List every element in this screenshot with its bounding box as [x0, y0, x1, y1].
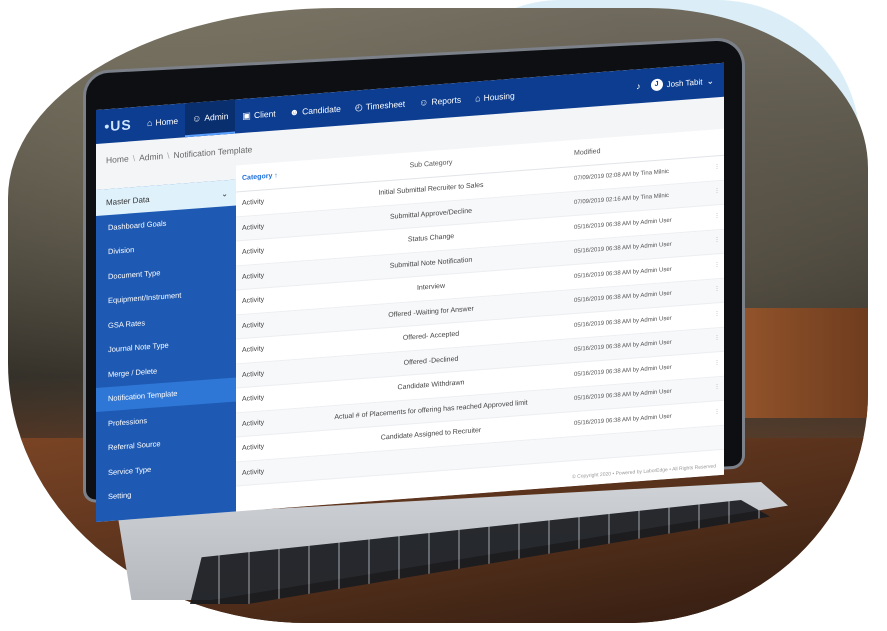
modified-text: 05/16/2019 06:38 AM by Admin User — [574, 413, 672, 427]
cell-modified: 05/16/2019 06:38 AM by Admin User ⋮ — [566, 212, 724, 232]
column-header-category[interactable]: Category ↑ — [236, 170, 296, 182]
row-menu-icon[interactable]: ⋮ — [714, 187, 720, 194]
cell-category: Activity — [242, 247, 265, 257]
chevron-down-icon: ⌄ — [706, 75, 714, 86]
row-menu-icon[interactable]: ⋮ — [714, 408, 720, 415]
nav-home[interactable]: ⌂ Home — [140, 103, 185, 140]
modified-text: 07/09/2019 02:08 AM by Tina Milnic — [574, 168, 670, 182]
row-menu-icon[interactable]: ⋮ — [714, 310, 720, 317]
modified-text: 05/16/2019 06:38 AM by Admin User — [574, 315, 672, 329]
cell-modified: 05/16/2019 06:38 AM by Admin User ⋮ — [566, 359, 724, 379]
sidebar: Master Data ⌄ Dashboard Goals Division D… — [96, 179, 236, 522]
cell-category: Activity — [242, 443, 265, 453]
table-body: Activity Initial Submittal Recruiter to S… — [236, 155, 724, 487]
row-menu-icon[interactable]: ⋮ — [714, 334, 720, 341]
clock-icon: ◴ — [354, 101, 363, 113]
cell-category: Activity — [242, 370, 265, 379]
modified-text: 05/16/2019 06:38 AM by Admin User — [574, 290, 672, 305]
client-icon: ▣ — [242, 109, 251, 121]
cell-modified: 05/16/2019 06:38 AM by Admin User ⋮ — [566, 383, 724, 403]
laptop-screen: •US ⌂ Home ☺ Admin ▣ Client ☻ Candidate ◴ Tim… — [96, 62, 724, 522]
row-menu-icon[interactable]: ⋮ — [714, 212, 720, 219]
breadcrumb-current: Notification Template — [173, 144, 253, 161]
modified-text: 07/09/2019 02:16 AM by Tina Milnic — [574, 193, 670, 207]
nav-label: Housing — [483, 90, 515, 103]
cell-category: Activity — [242, 321, 265, 330]
modified-text: 05/16/2019 06:38 AM by Admin User — [574, 217, 672, 231]
modified-text: 05/16/2019 06:38 AM by Admin User — [574, 339, 672, 354]
nav-admin[interactable]: ☺ Admin — [185, 99, 236, 138]
cell-modified — [566, 437, 724, 449]
nav-timesheet[interactable]: ◴ Timesheet — [348, 86, 412, 125]
sort-ascending-icon: ↑ — [274, 171, 278, 180]
breadcrumb-home[interactable]: Home — [106, 154, 129, 166]
user-area: ♪ J Josh Tabit ⌄ — [636, 74, 724, 93]
admin-icon: ☺ — [192, 112, 202, 124]
app-logo[interactable]: •US — [96, 116, 140, 135]
nav-label: Client — [253, 108, 276, 121]
modified-text: 05/16/2019 06:38 AM by Admin User — [574, 388, 672, 403]
column-label: Category — [242, 172, 273, 182]
cell-modified: 05/16/2019 06:38 AM by Admin User ⋮ — [566, 261, 724, 281]
cell-category: Activity — [242, 394, 265, 404]
nav-label: Admin — [204, 111, 229, 123]
notification-template-table: Category ↑ Sub Category Modified Activit… — [236, 128, 724, 512]
housing-icon: ⌂ — [475, 92, 481, 103]
cell-category: Activity — [242, 296, 265, 306]
row-menu-icon[interactable]: ⋮ — [714, 285, 720, 292]
nav-reports[interactable]: ☺ Reports — [412, 82, 468, 120]
chevron-down-icon: ⌄ — [221, 188, 228, 199]
breadcrumb-separator: \ — [167, 150, 170, 161]
cell-modified: 07/09/2019 02:08 AM by Tina Milnic ⋮ — [566, 163, 724, 183]
modified-text: 05/16/2019 06:38 AM by Admin User — [574, 266, 672, 280]
breadcrumb-admin[interactable]: Admin — [139, 151, 163, 163]
breadcrumb: Home \ Admin \ Notification Template — [106, 144, 252, 165]
modified-text: 05/16/2019 06:38 AM by Admin User — [574, 241, 672, 256]
nav-candidate[interactable]: ☻ Candidate — [283, 91, 348, 130]
cell-category: Activity — [242, 223, 265, 232]
user-menu[interactable]: J Josh Tabit ⌄ — [650, 75, 714, 92]
bell-icon[interactable]: ♪ — [636, 81, 641, 91]
cell-category: Activity — [242, 468, 265, 477]
cell-modified: 05/16/2019 06:38 AM by Admin User ⋮ — [566, 334, 724, 354]
cell-modified: 07/09/2019 02:16 AM by Tina Milnic ⋮ — [566, 187, 724, 207]
row-menu-icon[interactable]: ⋮ — [714, 236, 720, 243]
nav-client[interactable]: ▣ Client — [235, 96, 282, 134]
cell-category: Activity — [242, 198, 265, 208]
reports-icon: ☺ — [419, 96, 429, 108]
row-menu-icon[interactable]: ⋮ — [714, 163, 720, 170]
cell-category: Activity — [242, 345, 265, 355]
nav-label: Reports — [431, 94, 462, 107]
nav-label: Home — [155, 115, 179, 128]
modified-text: 05/16/2019 06:38 AM by Admin User — [574, 364, 672, 378]
home-icon: ⌂ — [147, 117, 153, 128]
column-header-modified[interactable]: Modified — [566, 138, 724, 157]
row-menu-icon[interactable]: ⋮ — [714, 383, 720, 390]
cell-modified: 05/16/2019 06:38 AM by Admin User ⋮ — [566, 236, 724, 256]
nav-label: Timesheet — [365, 98, 406, 112]
cell-modified: 05/16/2019 06:38 AM by Admin User ⋮ — [566, 285, 724, 305]
cell-modified: 05/16/2019 06:38 AM by Admin User ⋮ — [566, 310, 724, 330]
nav-label: Candidate — [302, 103, 341, 117]
user-name: Josh Tabit — [666, 76, 703, 89]
cell-modified: 05/16/2019 06:38 AM by Admin User ⋮ — [566, 408, 724, 428]
nav-housing[interactable]: ⌂ Housing — [468, 78, 522, 116]
row-menu-icon[interactable]: ⋮ — [714, 359, 720, 366]
breadcrumb-separator: \ — [132, 153, 136, 164]
row-menu-icon[interactable]: ⋮ — [714, 261, 720, 268]
cell-category: Activity — [242, 419, 265, 428]
candidate-icon: ☻ — [289, 106, 300, 117]
cell-category: Activity — [242, 272, 265, 281]
master-data-label: Master Data — [106, 194, 150, 207]
avatar: J — [650, 78, 663, 92]
